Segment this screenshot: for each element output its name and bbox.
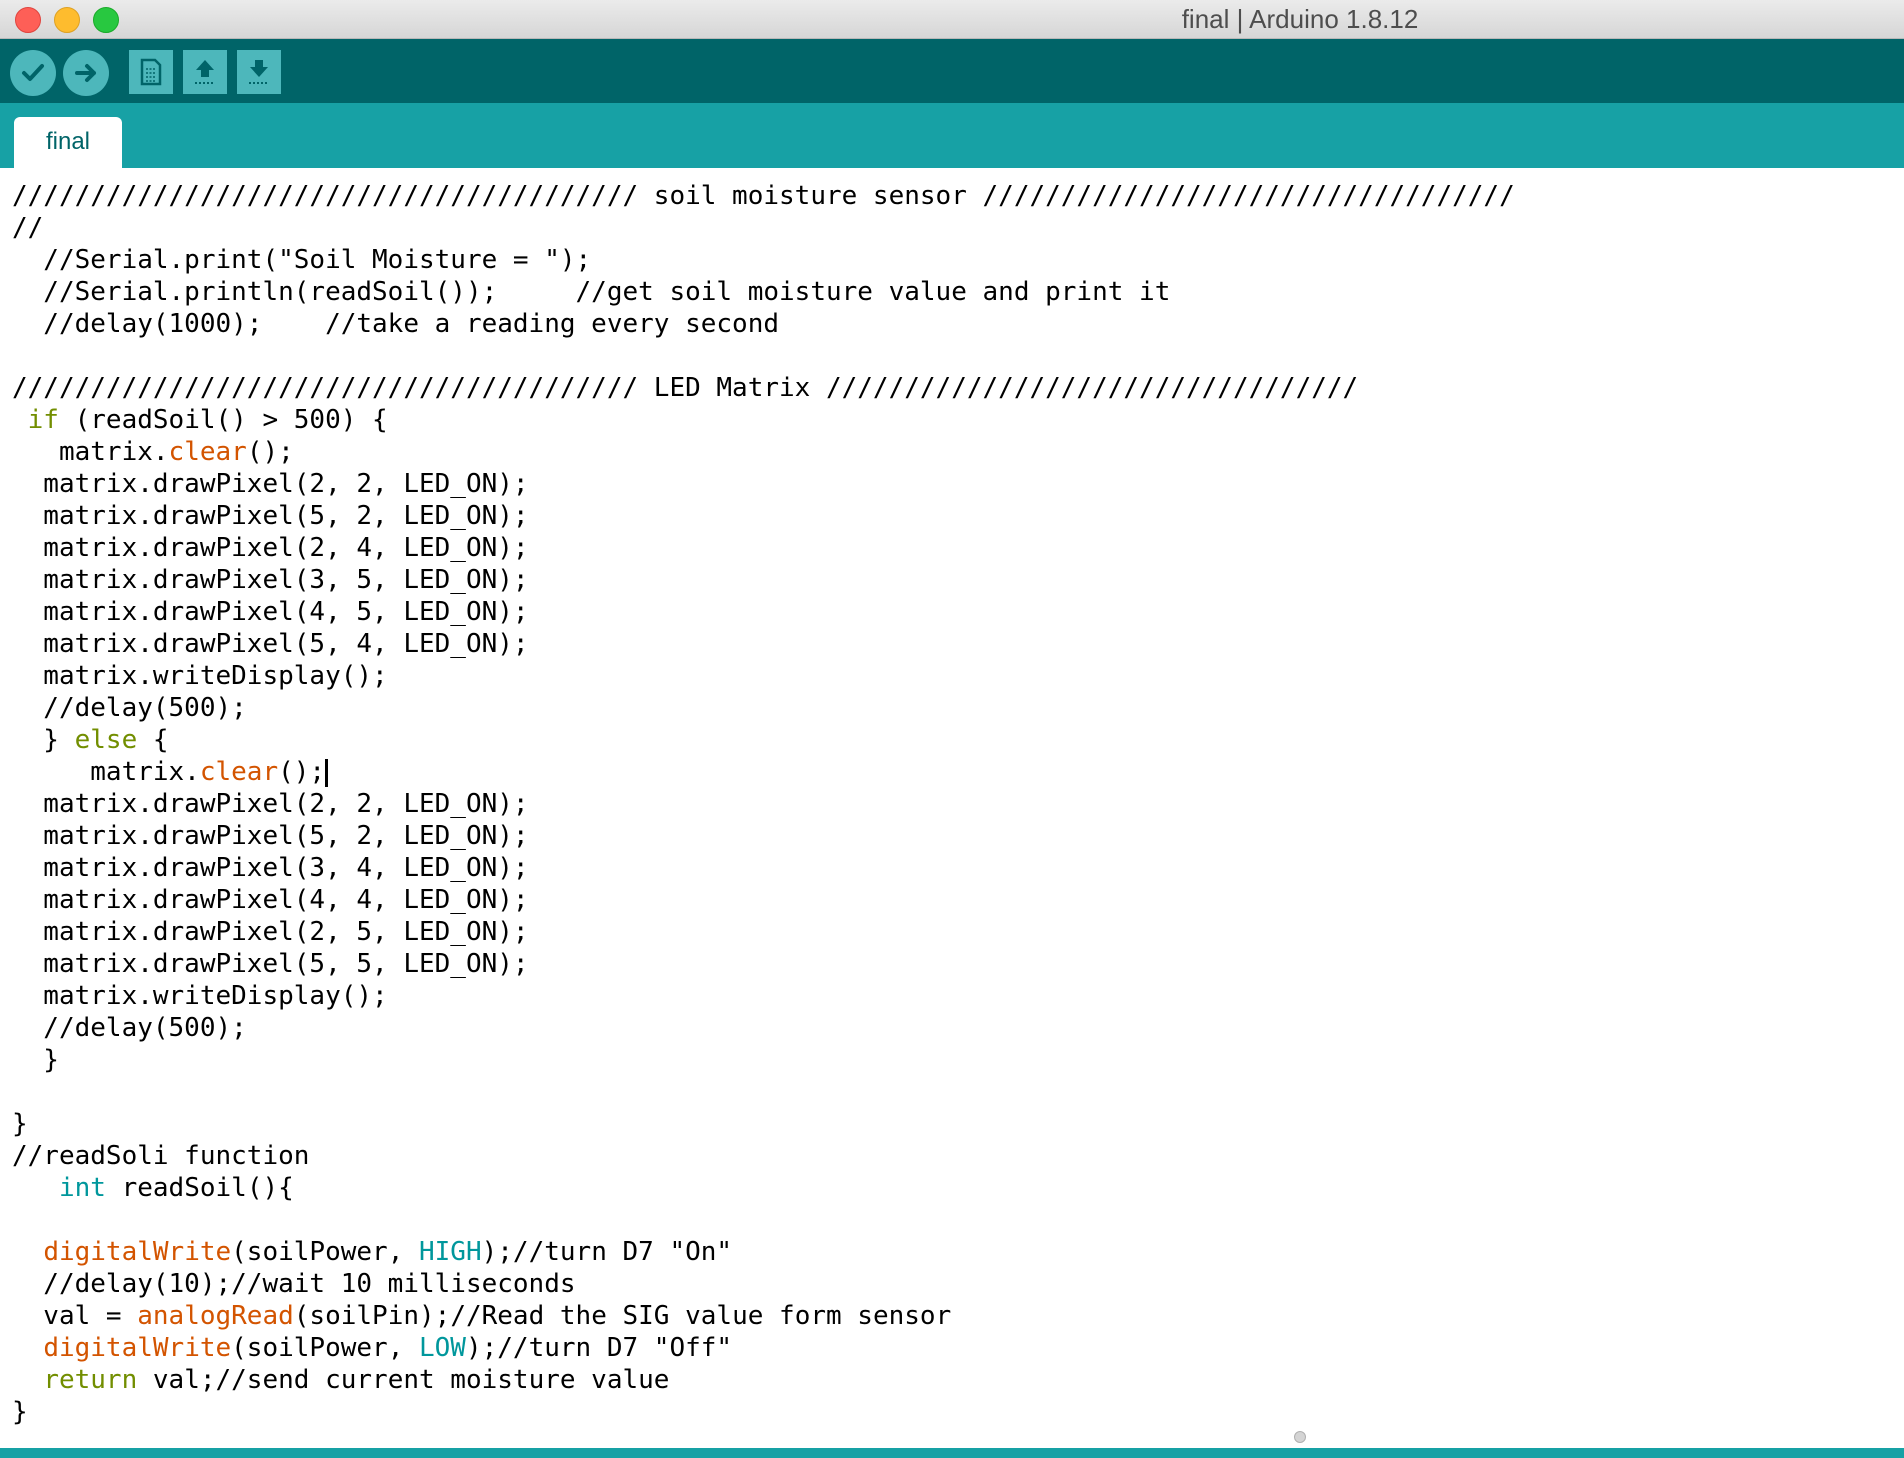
code-line: }: [12, 1109, 28, 1139]
code-line: } else {: [12, 725, 169, 755]
code-line: return val;//send current moisture value: [43, 1365, 670, 1395]
code-line: matrix.drawPixel(4, 5, LED_ON);: [12, 597, 529, 627]
code-line: ////////////////////////////////////////…: [12, 181, 1515, 211]
code-line: //delay(10);//wait 10 milliseconds: [12, 1269, 576, 1299]
code-line: matrix.drawPixel(5, 2, LED_ON);: [12, 501, 529, 531]
code-line: //readSoli function: [12, 1141, 310, 1171]
scroll-indicator[interactable]: [1294, 1431, 1306, 1443]
arrow-up-icon: [195, 60, 215, 84]
code-line: matrix.writeDisplay();: [12, 661, 388, 691]
arrow-right-icon: [75, 64, 96, 82]
code-line: matrix.drawPixel(5, 2, LED_ON);: [12, 821, 529, 851]
tab-final[interactable]: final: [14, 117, 122, 168]
tab-bar: final: [0, 103, 1904, 168]
code-line: if (readSoil() > 500) {: [27, 405, 388, 435]
code-line: //: [12, 213, 44, 243]
code-line: matrix.drawPixel(4, 4, LED_ON);: [12, 885, 529, 915]
code-line: digitalWrite(soilPower, HIGH);//turn D7 …: [43, 1237, 733, 1267]
code-line: matrix.clear();: [12, 756, 329, 788]
code-line: digitalWrite(soilPower, LOW);//turn D7 "…: [43, 1333, 733, 1363]
save-button[interactable]: [237, 50, 281, 94]
code-line: int readSoil(){: [58, 1173, 294, 1203]
code-editor[interactable]: ////////////////////////////////////////…: [0, 168, 1904, 1448]
code-line: }: [12, 1397, 28, 1427]
code-line: //delay(500);: [12, 693, 247, 723]
open-button[interactable]: [183, 50, 227, 94]
code-line: matrix.drawPixel(2, 5, LED_ON);: [12, 917, 529, 947]
code-line: matrix.drawPixel(5, 4, LED_ON);: [12, 629, 529, 659]
verify-button[interactable]: [10, 50, 56, 96]
arrow-down-icon: [249, 60, 269, 84]
window-title: final | Arduino 1.8.12: [1181, 4, 1419, 34]
code-line: matrix.drawPixel(3, 4, LED_ON);: [12, 853, 529, 883]
code-line: matrix.drawPixel(2, 4, LED_ON);: [12, 533, 529, 563]
code-line: //delay(500);: [12, 1013, 247, 1043]
upload-button[interactable]: [63, 50, 109, 96]
code-line: matrix.drawPixel(2, 2, LED_ON);: [12, 469, 529, 499]
code-line: matrix.clear();: [12, 437, 294, 467]
text-cursor: [325, 758, 329, 787]
code-line: matrix.writeDisplay();: [12, 981, 388, 1011]
code-line: matrix.drawPixel(2, 2, LED_ON);: [12, 789, 529, 819]
code-line: matrix.drawPixel(5, 5, LED_ON);: [12, 949, 529, 979]
new-sketch-button[interactable]: [129, 50, 173, 94]
toolbar: [0, 39, 1904, 103]
code-line: ////////////////////////////////////////…: [12, 373, 1359, 403]
code-line: //Serial.print("Soil Moisture = ");: [12, 245, 592, 275]
code-line: //delay(1000); //take a reading every se…: [12, 309, 780, 339]
code-line: val = analogRead(soilPin);//Read the SIG…: [12, 1301, 952, 1331]
code-line: }: [12, 1045, 59, 1075]
code-line: //Serial.println(readSoil()); //get soil…: [12, 277, 1171, 307]
new-file-icon: [140, 58, 162, 86]
checkmark-icon: [22, 64, 44, 81]
code-line: matrix.drawPixel(3, 5, LED_ON);: [12, 565, 529, 595]
console-divider[interactable]: [0, 1448, 1904, 1458]
title-bar: final | Arduino 1.8.12: [0, 0, 1904, 39]
